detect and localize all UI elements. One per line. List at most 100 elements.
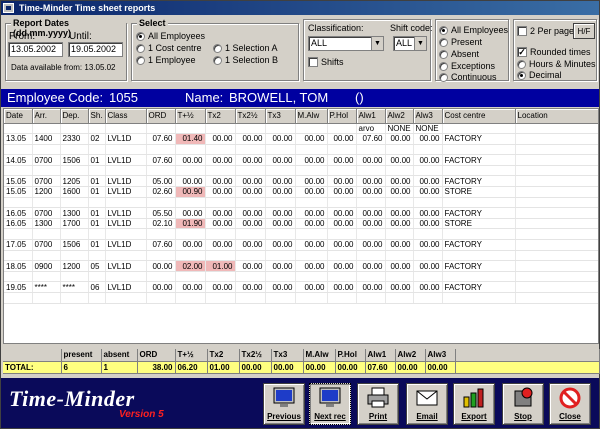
filter-exceptions-radio[interactable] [439, 62, 448, 71]
column-header[interactable]: Date [4, 109, 33, 124]
select-selection-b-radio[interactable] [213, 56, 222, 65]
cell-tx25: 00.00 [235, 175, 266, 188]
shift-code-select[interactable]: ALL ▼ [393, 36, 427, 51]
cell [295, 165, 328, 177]
cell-arr: 1300 [32, 218, 61, 230]
cell-alw3: 00.00 [413, 260, 443, 272]
cell-sh: 01 [88, 175, 106, 188]
column-header[interactable]: Alw3 [413, 109, 443, 124]
next-record-button[interactable]: Next rec [309, 383, 351, 425]
email-button[interactable]: Email [406, 383, 448, 425]
column-header[interactable]: Tx2 [205, 109, 236, 124]
filter-absent-radio[interactable] [439, 50, 448, 59]
cell-ord: 07.60 [146, 154, 176, 166]
decimal-radio[interactable] [517, 71, 526, 80]
filter-exceptions-label: Exceptions [451, 61, 496, 71]
cell-tx25: 00.00 [235, 218, 266, 230]
column-header[interactable]: Alw1 [356, 109, 386, 124]
table-row[interactable]: 18.05 0900 1200 05 LVL1D 00.00 02.00 01.00 00.00… [4, 260, 598, 272]
rounded-times-checkbox[interactable]: ✓ [517, 47, 527, 57]
from-date-input[interactable]: 13.05.2002 [8, 42, 63, 57]
printer-icon [367, 387, 389, 408]
cell-alw1: 00.00 [356, 281, 386, 293]
cell [515, 271, 598, 283]
table-row[interactable]: 16.05 0700 1300 01 LVL1D 05.50 00.00 00.00 00.00… [4, 207, 598, 219]
cell-cc: FACTORY [442, 281, 516, 293]
column-header[interactable]: Sh. [88, 109, 106, 124]
close-button[interactable]: Close [549, 383, 591, 425]
column-header[interactable]: M.Alw [295, 109, 328, 124]
cell-loc [515, 207, 598, 219]
select-employee-radio[interactable] [136, 56, 145, 65]
column-header[interactable]: Class [105, 109, 147, 124]
cell-phol: 00.00 [327, 260, 357, 272]
column-header[interactable]: Tx2½ [235, 109, 266, 124]
until-date-input[interactable]: 19.05.2002 [68, 42, 123, 57]
classification-select[interactable]: ALL ▼ [308, 36, 384, 51]
chevron-down-icon[interactable]: ▼ [371, 37, 383, 50]
filter-absent-label: Absent [451, 49, 480, 59]
totals-label: TOTAL: [3, 361, 62, 374]
cell-alw3: 00.00 [413, 281, 443, 293]
cell-alw3: 00.00 [413, 133, 443, 145]
column-header[interactable]: P.Hol [327, 109, 357, 124]
filter-present-radio[interactable] [439, 38, 448, 47]
cell [60, 228, 89, 241]
cell [295, 271, 328, 283]
export-button[interactable]: Export [453, 383, 495, 425]
shifts-label: Shifts [321, 57, 344, 67]
table-row[interactable]: 15.05 1200 1600 01 LVL1D 02.60 00.90 00.00 00.00… [4, 186, 598, 198]
totals-header-cell: Tx2½ [239, 349, 272, 362]
table-row[interactable]: 19.05 **** **** 06 LVL1D 00.00 00.00 00.00 00.00… [4, 281, 598, 293]
stop-button[interactable]: Stop [502, 383, 544, 425]
select-selection-a-radio[interactable] [213, 44, 222, 53]
cell [413, 165, 443, 177]
cell [146, 144, 176, 156]
table-row[interactable]: 14.05 0700 1506 01 LVL1D 07.60 00.00 00.00 00.00… [4, 154, 598, 166]
column-header[interactable]: Tx3 [265, 109, 296, 124]
previous-button[interactable]: Previous [263, 383, 305, 425]
cell [356, 292, 386, 304]
table-row[interactable]: 13.05 1400 2330 02 LVL1D 07.60 01.40 00.00 00.00… [4, 133, 598, 145]
column-header[interactable]: Cost centre [442, 109, 516, 124]
shifts-checkbox[interactable] [308, 57, 318, 67]
cell [295, 144, 328, 156]
table-row[interactable]: 17.05 0700 1506 01 LVL1D 07.60 00.00 00.00 00.00… [4, 239, 598, 251]
column-header[interactable]: T+½ [175, 109, 206, 124]
filter-all-employees-radio[interactable] [439, 26, 448, 35]
hours-minutes-radio[interactable] [517, 60, 526, 69]
filter-continuous-radio[interactable] [439, 73, 448, 82]
cell [327, 271, 357, 283]
select-all-employees-radio[interactable] [136, 32, 145, 41]
print-button[interactable]: Print [357, 383, 399, 425]
cell [356, 250, 386, 262]
table-row[interactable]: 15.05 0700 1205 01 LVL1D 05.00 00.00 00.00 00.00… [4, 175, 598, 188]
cell [265, 228, 296, 241]
cell [88, 144, 106, 156]
two-per-page-checkbox[interactable] [517, 26, 527, 36]
cell [295, 123, 328, 135]
hf-button[interactable]: H/F [573, 23, 595, 39]
cell-date: 16.05 [4, 207, 33, 219]
cell [146, 197, 176, 209]
column-header[interactable]: ORD [146, 109, 176, 124]
cell [327, 197, 357, 209]
timesheet-grid[interactable]: Date Arr. Dep. Sh. Class ORD T+½ Tx2 Tx2½ Tx3 M.Al… [3, 108, 599, 344]
column-header[interactable]: Dep. [60, 109, 89, 124]
cell [265, 271, 296, 283]
cell-t15: 02.00 [175, 260, 206, 272]
column-header[interactable]: Alw2 [385, 109, 414, 124]
cell [205, 197, 236, 209]
cell [413, 271, 443, 283]
table-row[interactable]: 16.05 1300 1700 01 LVL1D 02.10 01.90 00.00 00.00… [4, 218, 598, 230]
cell-malw: 00.00 [295, 133, 328, 145]
cell [60, 123, 89, 135]
totals-header-cell: Tx2 [207, 349, 240, 362]
column-header[interactable]: Arr. [32, 109, 61, 124]
cell-t15: 01.90 [175, 218, 206, 230]
select-cost-centre-radio[interactable] [136, 44, 145, 53]
classification-label: Classification: [308, 23, 364, 33]
column-header[interactable]: Location [515, 109, 598, 124]
chevron-down-icon[interactable]: ▼ [414, 37, 426, 50]
cell-ord: 05.50 [146, 207, 176, 219]
